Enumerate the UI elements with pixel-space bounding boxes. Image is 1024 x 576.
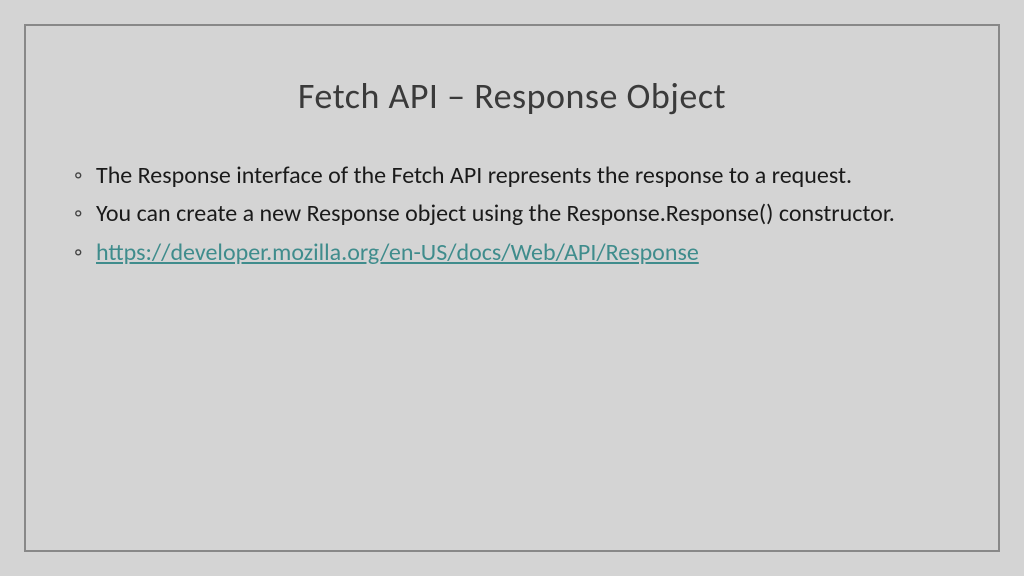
bullet-text: The Response interface of the Fetch API … [96,161,852,190]
slide-title: Fetch API – Response Object [74,74,950,118]
bullet-item: https://developer.mozilla.org/en-US/docs… [74,237,950,269]
slide-inner-frame: Fetch API – Response Object The Response… [24,24,1000,552]
bullet-link[interactable]: https://developer.mozilla.org/en-US/docs… [96,238,699,267]
bullet-item: The Response interface of the Fetch API … [74,160,950,192]
bullet-list: The Response interface of the Fetch API … [74,160,950,269]
bullet-item: You can create a new Response object usi… [74,198,950,230]
slide-container: Fetch API – Response Object The Response… [0,0,1024,576]
bullet-text: You can create a new Response object usi… [96,199,895,228]
